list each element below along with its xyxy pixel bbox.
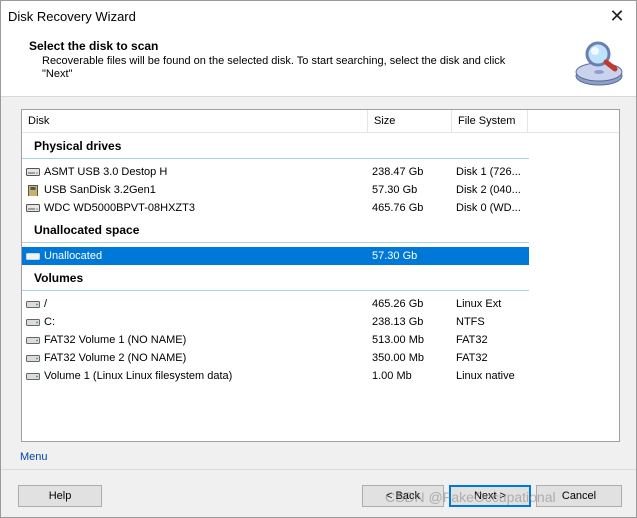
disk-file-system: Disk 0 (WD...: [456, 202, 521, 214]
volume-size: 238.13 Gb: [372, 316, 424, 328]
dialog-window: Disk Recovery Wizard ✕ Select the disk t…: [0, 0, 637, 518]
disk-size: 57.30 Gb: [372, 250, 418, 262]
volume-row[interactable]: FAT32 Volume 2 (NO NAME) 350.00 Mb FAT32: [22, 349, 529, 367]
subtitle-line-1: Recoverable files will be found on the s…: [42, 55, 506, 67]
volume-name: FAT32 Volume 2 (NO NAME): [44, 352, 187, 364]
volume-row[interactable]: C: 238.13 Gb NTFS: [22, 313, 529, 331]
close-icon[interactable]: ✕: [606, 5, 628, 27]
help-button[interactable]: Help: [18, 485, 102, 507]
disk-name: ASMT USB 3.0 Destop H: [44, 166, 168, 178]
disk-name: WDC WD5000BPVT-08HXZT3: [44, 202, 195, 214]
volume-icon: [26, 319, 40, 326]
hard-drive-icon: [26, 168, 40, 176]
volume-row[interactable]: FAT32 Volume 1 (NO NAME) 513.00 Mb FAT32: [22, 331, 529, 349]
group-divider: [22, 158, 529, 159]
cancel-button[interactable]: Cancel: [536, 485, 622, 507]
group-volumes: Volumes: [34, 271, 84, 285]
disk-row[interactable]: ASMT USB 3.0 Destop H 238.47 Gb Disk 1 (…: [22, 163, 529, 181]
disk-file-system: Disk 2 (040...: [456, 184, 521, 196]
disk-list[interactable]: Disk Size File System Physical drives AS…: [21, 109, 620, 442]
volume-icon: [26, 373, 40, 380]
group-unallocated-space: Unallocated space: [34, 223, 140, 237]
unallocated-icon: [26, 253, 40, 260]
back-button[interactable]: < Back: [362, 485, 444, 507]
volume-size: 1.00 Mb: [372, 370, 412, 382]
hard-drive-icon: [26, 204, 40, 212]
volume-name: /: [44, 298, 48, 310]
disk-name: Unallocated: [44, 250, 103, 262]
volume-file-system: Linux native: [456, 370, 515, 382]
group-physical-drives: Physical drives: [34, 139, 122, 153]
disk-size: 465.76 Gb: [372, 202, 424, 214]
volume-name: FAT32 Volume 1 (NO NAME): [44, 334, 187, 346]
volume-row[interactable]: / 465.26 Gb Linux Ext: [22, 295, 529, 313]
window-title: Disk Recovery Wizard: [8, 9, 136, 24]
disk-size: 57.30 Gb: [372, 184, 418, 196]
volume-size: 465.26 Gb: [372, 298, 424, 310]
title-bar: Disk Recovery Wizard ✕: [1, 1, 636, 32]
unallocated-row[interactable]: Unallocated 57.30 Gb: [22, 247, 529, 265]
next-button[interactable]: Next >: [449, 485, 531, 507]
group-divider: [22, 290, 529, 291]
volume-file-system: FAT32: [456, 352, 488, 364]
volume-name: Volume 1 (Linux Linux filesystem data): [44, 370, 233, 382]
volume-icon: [26, 337, 40, 344]
volume-file-system: Linux Ext: [456, 298, 502, 310]
disk-file-system: Disk 1 (726...: [456, 166, 521, 178]
footer-divider: [1, 469, 636, 470]
column-file-system[interactable]: File System: [452, 110, 528, 132]
volume-row[interactable]: Volume 1 (Linux Linux filesystem data) 1…: [22, 367, 529, 385]
disk-name: USB SanDisk 3.2Gen1: [44, 184, 156, 196]
page-subtitle: Recoverable files will be found on the s…: [42, 55, 542, 81]
disk-row[interactable]: WDC WD5000BPVT-08HXZT3 465.76 Gb Disk 0 …: [22, 199, 529, 217]
volume-name: C:: [44, 316, 55, 328]
column-size[interactable]: Size: [368, 110, 452, 132]
volume-icon: [26, 355, 40, 362]
disk-row[interactable]: USB SanDisk 3.2Gen1 57.30 Gb Disk 2 (040…: [22, 181, 529, 199]
disk-search-icon: [575, 41, 623, 86]
usb-drive-icon: [28, 185, 38, 196]
menu-link[interactable]: Menu: [20, 451, 48, 463]
volume-size: 513.00 Mb: [372, 334, 424, 346]
column-disk[interactable]: Disk: [22, 110, 368, 132]
volume-file-system: FAT32: [456, 334, 488, 346]
disk-size: 238.47 Gb: [372, 166, 424, 178]
volume-size: 350.00 Mb: [372, 352, 424, 364]
column-header: Disk Size File System: [22, 110, 619, 133]
volume-file-system: NTFS: [456, 316, 485, 328]
group-divider: [22, 242, 529, 243]
volume-icon: [26, 301, 40, 308]
subtitle-line-2: "Next": [42, 68, 73, 80]
page-title: Select the disk to scan: [29, 39, 159, 53]
wizard-header: Select the disk to scan Recoverable file…: [1, 32, 636, 97]
